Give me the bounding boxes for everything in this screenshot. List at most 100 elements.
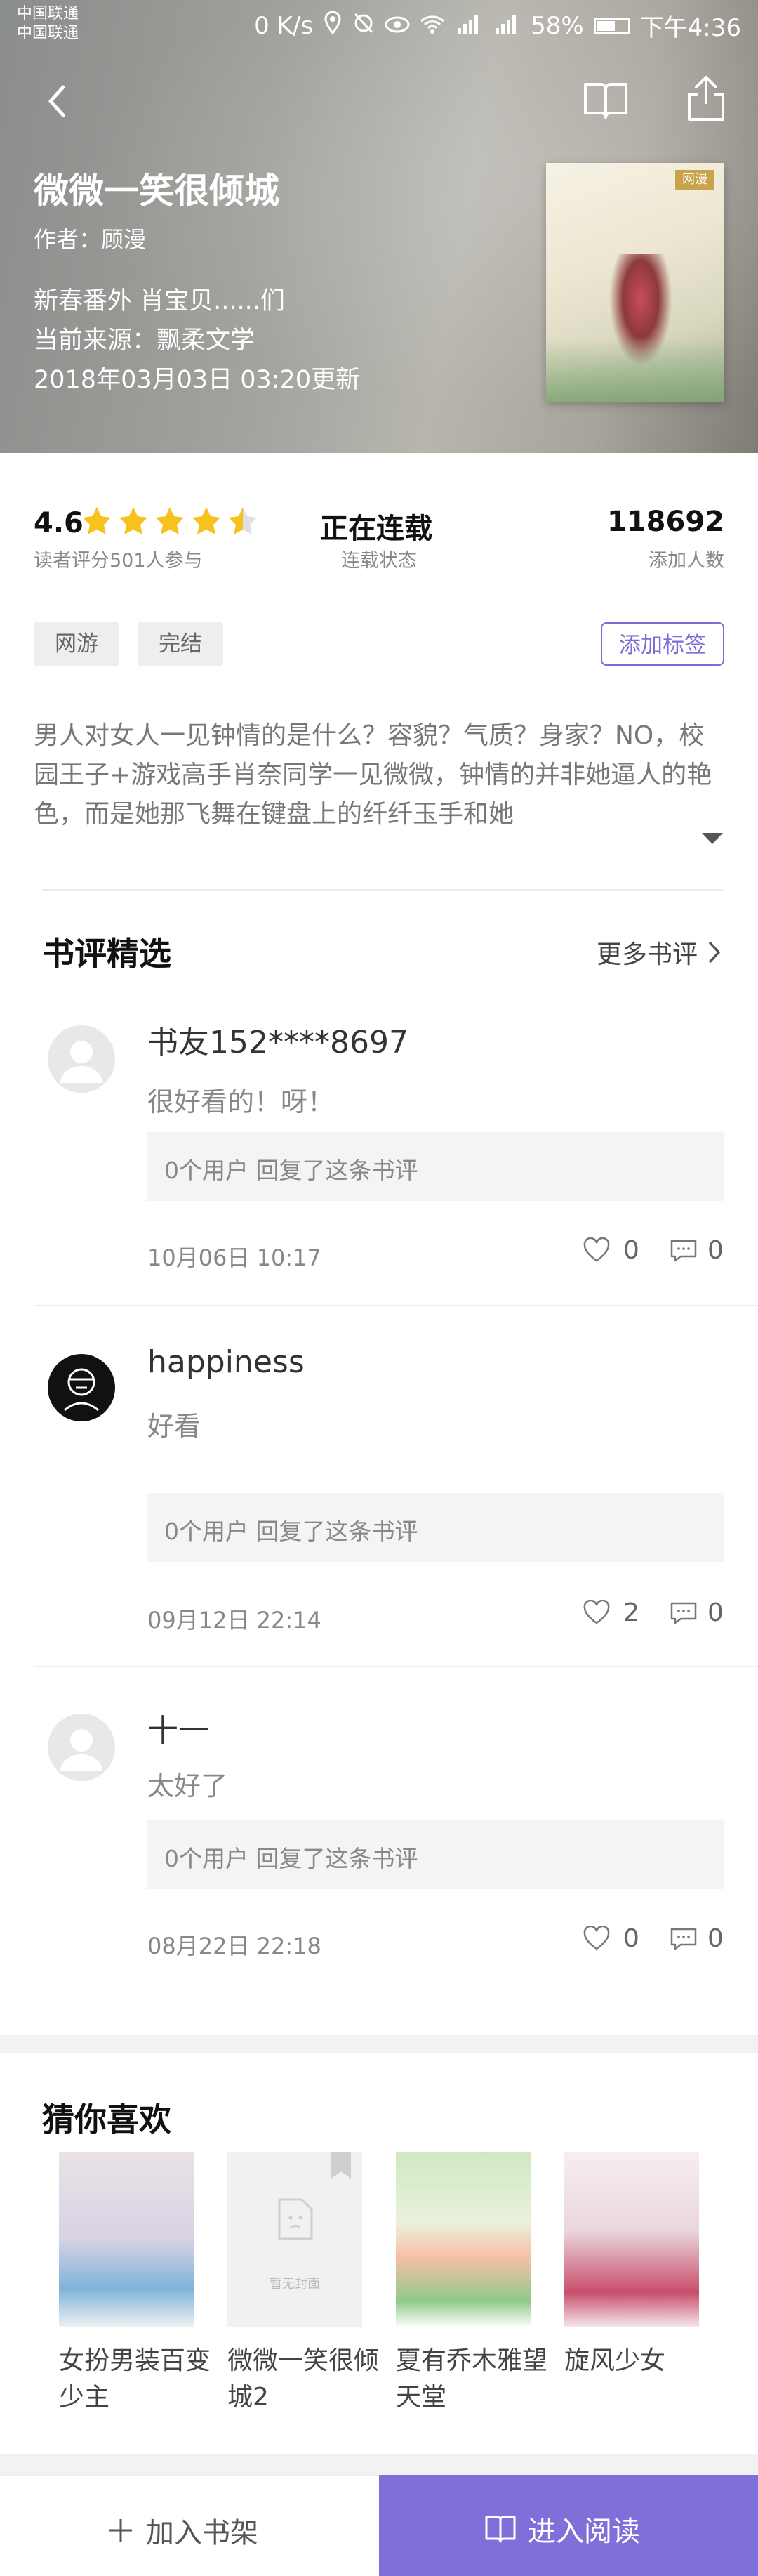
avatar[interactable] bbox=[48, 1714, 115, 1781]
battery-percent: 58% bbox=[531, 11, 584, 40]
like-button[interactable] bbox=[583, 1925, 611, 1954]
recommend-book-2[interactable]: 暂无封面 微微一笑很倾城2 bbox=[227, 2152, 382, 2416]
reviews-title: 书评精选 bbox=[42, 935, 171, 973]
tag-wanjie[interactable]: 完结 bbox=[138, 622, 223, 666]
more-reviews-label: 更多书评 bbox=[596, 940, 698, 969]
rating-value: 4.6 bbox=[34, 507, 84, 539]
heart-icon bbox=[583, 1237, 610, 1262]
comment-button[interactable] bbox=[670, 1927, 698, 1954]
book-name: 微微一笑很倾城2 bbox=[227, 2346, 380, 2412]
comment-icon bbox=[670, 1928, 697, 1950]
default-avatar-icon bbox=[60, 1041, 102, 1083]
recommend-book-4[interactable]: 旋风少女 bbox=[564, 2152, 719, 2379]
recommend-book-1[interactable]: 女扮男装百变少主 bbox=[59, 2152, 213, 2416]
review-date: 09月12日 22:14 bbox=[147, 1607, 321, 1634]
signal-4g-icon bbox=[455, 12, 483, 40]
comment-button[interactable] bbox=[670, 1601, 698, 1628]
like-count: 0 bbox=[623, 1236, 639, 1265]
heart-icon bbox=[583, 1599, 610, 1624]
reply-summary-text: 0个用户 回复了这条书评 bbox=[164, 1845, 418, 1872]
start-reading-button[interactable]: 进入阅读 bbox=[379, 2475, 758, 2576]
back-button[interactable] bbox=[44, 83, 72, 122]
review-text: 很好看的！呀！ bbox=[147, 1086, 335, 1117]
clock: 下午4:36 bbox=[639, 14, 741, 42]
book-open-icon bbox=[584, 83, 627, 119]
star-rating-icon bbox=[83, 507, 257, 534]
adds-value: 118692 bbox=[607, 506, 724, 538]
cover-brand: 网漫 bbox=[675, 170, 714, 190]
book-name: 旋风少女 bbox=[564, 2346, 666, 2375]
share-icon bbox=[688, 76, 724, 121]
tag-wangyou[interactable]: 网游 bbox=[34, 622, 119, 666]
reply-summary[interactable]: 0个用户 回复了这条书评 bbox=[147, 1132, 724, 1201]
catalog-button[interactable] bbox=[583, 79, 629, 124]
expand-synopsis-button[interactable] bbox=[700, 832, 724, 848]
like-count: 0 bbox=[623, 1924, 639, 1953]
review-date: 08月22日 22:18 bbox=[147, 1933, 321, 1959]
like-button[interactable] bbox=[583, 1599, 611, 1628]
book-source[interactable]: 当前来源：飘柔文学 bbox=[34, 320, 255, 356]
recommend-book-3[interactable]: 夏有乔木雅望天堂 bbox=[396, 2152, 550, 2416]
review-text: 好看 bbox=[147, 1411, 201, 1442]
section-separator bbox=[0, 2454, 758, 2475]
reply-summary[interactable]: 0个用户 回复了这条书评 bbox=[147, 1493, 724, 1562]
update-time: 2018年03月03日 03:20更新 bbox=[34, 366, 361, 394]
book-title: 微微一笑很倾城 bbox=[34, 171, 279, 211]
book-cover-placeholder: 暂无封面 bbox=[227, 2152, 362, 2327]
synopsis: 男人对女人一见钟情的是什么？容貌？气质？身家？NO，校园王子+游戏高手肖奈同学一… bbox=[34, 721, 712, 829]
comment-icon bbox=[670, 1602, 697, 1624]
book-open-icon bbox=[485, 2516, 516, 2543]
book-cover bbox=[59, 2152, 194, 2327]
book-cover: 网漫 bbox=[546, 163, 724, 402]
comment-button[interactable] bbox=[670, 1239, 698, 1266]
alarm-off-icon bbox=[352, 11, 375, 40]
avatar[interactable] bbox=[48, 1354, 115, 1421]
book-author: 作者：顾漫 bbox=[34, 226, 147, 253]
review-username[interactable]: 书友152****8697 bbox=[147, 1017, 408, 1062]
review-username[interactable]: happiness bbox=[147, 1344, 305, 1380]
rating-label: 读者评分501人参与 bbox=[34, 550, 203, 572]
no-cover-icon bbox=[278, 2198, 313, 2240]
avatar[interactable] bbox=[48, 1025, 115, 1093]
adds-label: 添加人数 bbox=[649, 550, 724, 572]
review-username[interactable]: 十一 bbox=[147, 1705, 209, 1750]
default-avatar-icon bbox=[60, 1729, 102, 1771]
like-button[interactable] bbox=[583, 1237, 611, 1266]
book-cover bbox=[564, 2152, 699, 2327]
chevron-left-icon bbox=[48, 85, 65, 117]
status-bar: 中国联通 中国联通 0 K/s 58% 下午4:36 bbox=[0, 0, 758, 49]
divider bbox=[42, 889, 724, 891]
section-separator bbox=[0, 2035, 758, 2053]
add-tag-button[interactable]: 添加标签 bbox=[601, 622, 724, 666]
bookmark-icon bbox=[331, 2152, 351, 2179]
add-to-shelf-button[interactable]: 加入书架 bbox=[0, 2475, 379, 2576]
latest-chapter[interactable]: 新春番外 肖宝贝......们 bbox=[34, 281, 285, 317]
reply-summary[interactable]: 0个用户 回复了这条书评 bbox=[147, 1820, 724, 1889]
comment-count: 0 bbox=[707, 1924, 724, 1953]
location-icon bbox=[323, 11, 343, 41]
divider bbox=[34, 1666, 758, 1667]
start-reading-label: 进入阅读 bbox=[528, 2516, 640, 2548]
recommend-title: 猜你喜欢 bbox=[42, 2101, 171, 2138]
review-date: 10月06日 10:17 bbox=[147, 1244, 321, 1271]
comment-count: 0 bbox=[707, 1236, 724, 1265]
battery-icon bbox=[593, 17, 630, 34]
divider bbox=[34, 1305, 758, 1306]
carrier-2: 中国联通 bbox=[17, 25, 79, 42]
signal-2g-icon bbox=[493, 12, 521, 40]
comment-icon bbox=[670, 1240, 697, 1262]
rating-stars bbox=[81, 504, 265, 541]
triangle-down-icon bbox=[702, 833, 723, 844]
chevron-right-icon bbox=[709, 942, 721, 963]
reply-summary-text: 0个用户 回复了这条书评 bbox=[164, 1518, 418, 1545]
plus-icon bbox=[109, 2519, 132, 2542]
serial-status-value: 正在连载 bbox=[320, 513, 432, 545]
review-text: 太好了 bbox=[147, 1770, 228, 1801]
serial-status-label: 连载状态 bbox=[341, 550, 417, 572]
share-button[interactable] bbox=[685, 74, 727, 125]
book-name: 女扮男装百变少主 bbox=[59, 2346, 211, 2412]
carrier-1: 中国联通 bbox=[17, 5, 79, 22]
more-reviews-link[interactable]: 更多书评 bbox=[597, 934, 722, 971]
eye-icon bbox=[385, 12, 410, 40]
book-name: 夏有乔木雅望天堂 bbox=[396, 2346, 548, 2412]
